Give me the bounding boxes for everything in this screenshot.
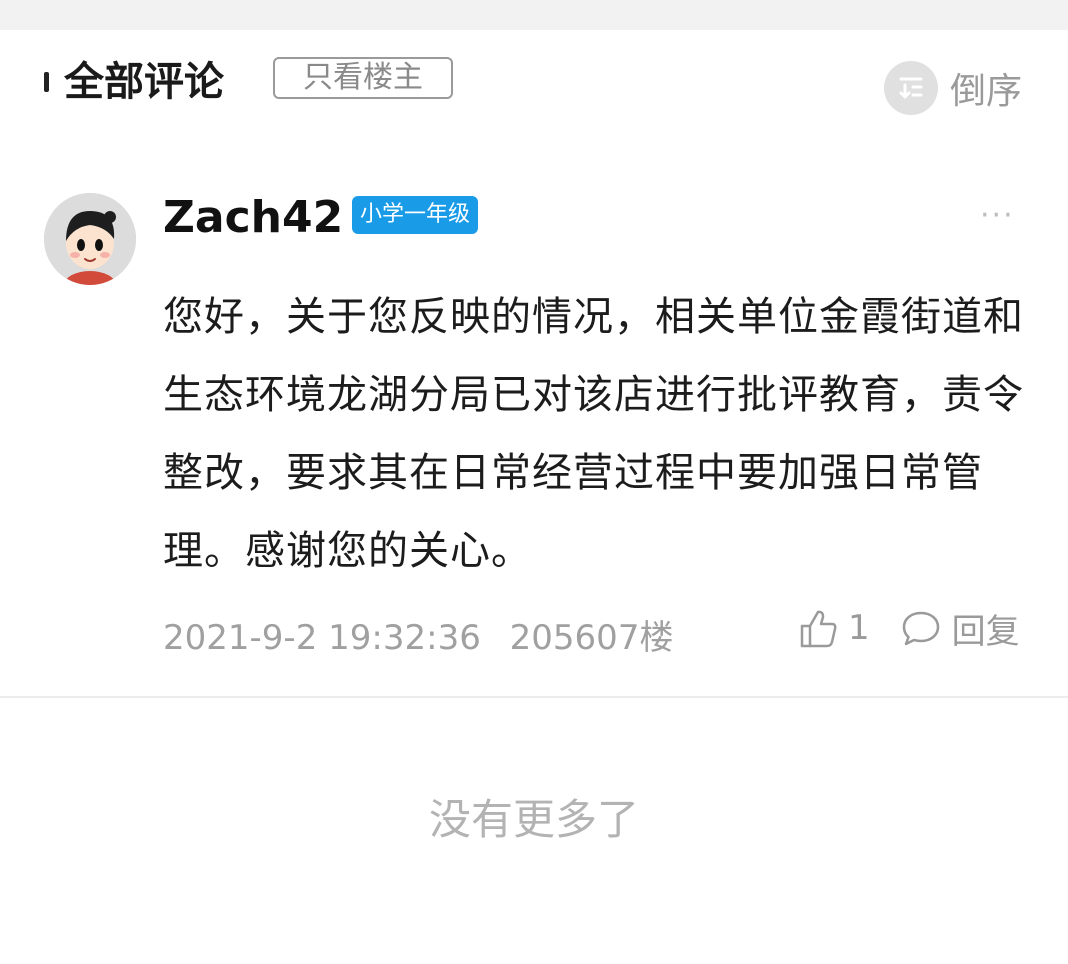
top-strip (0, 0, 1068, 30)
comment-timestamp: 2021-9-2 19:32:36 (163, 618, 481, 658)
comment-item: Zach42 小学一年级 ··· 您好，关于您反映的情况，相关单位金霞街道和生态… (0, 190, 1068, 696)
no-more-label: 没有更多了 (428, 795, 639, 844)
comment-bubble-icon[interactable] (900, 607, 942, 649)
divider (0, 696, 1068, 698)
sort-icon (884, 61, 938, 115)
comment-floor: 205607楼 (509, 618, 674, 658)
more-dots-icon[interactable]: ··· (980, 198, 1015, 233)
comment-actions: 1 回复 (796, 602, 1020, 654)
comment-meta: 2021-9-2 19:32:36 205607楼 (163, 610, 691, 659)
sort-toggle[interactable]: 倒序 (884, 60, 1022, 116)
title-accent-bar (44, 72, 49, 92)
sort-label: 倒序 (950, 71, 1023, 112)
comment-content: 您好，关于您反映的情况，相关单位金霞街道和生态环境龙湖分局已对该店进行批评教育，… (163, 294, 1024, 574)
thumb-up-icon[interactable] (796, 606, 840, 650)
section-title: 全部评论 (64, 59, 224, 105)
username[interactable]: Zach42 (163, 192, 343, 244)
like-count: 1 (848, 608, 870, 648)
level-badge: 小学一年级 (352, 196, 479, 234)
op-only-button[interactable]: 只看楼主 (273, 57, 453, 99)
avatar[interactable] (44, 193, 136, 285)
reply-button[interactable]: 回复 (952, 604, 1020, 653)
comments-header: 全部评论 只看楼主 倒序 (0, 30, 1068, 140)
